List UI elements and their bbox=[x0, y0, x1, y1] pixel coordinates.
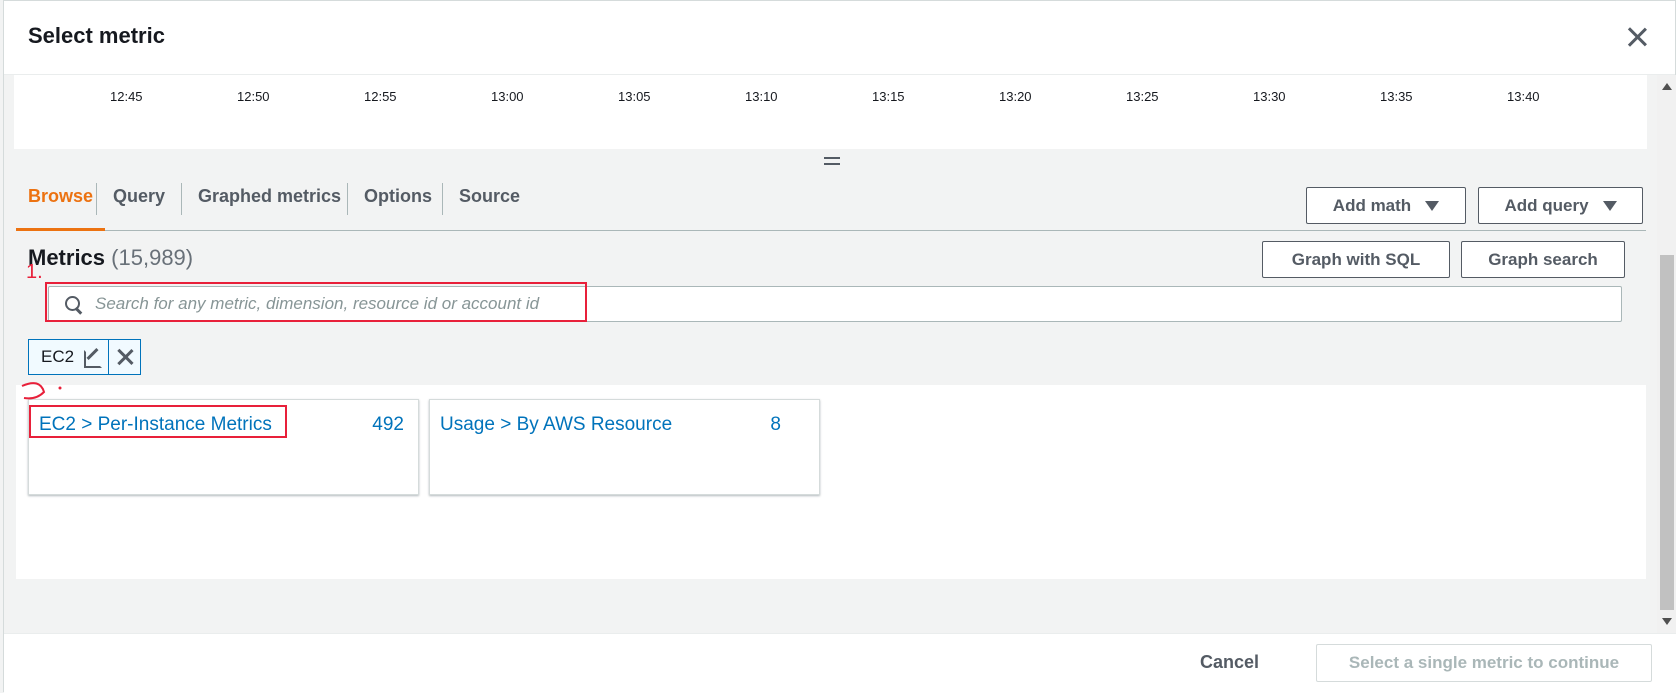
result-count[interactable]: 492 bbox=[372, 414, 404, 436]
add-math-label: Add math bbox=[1332, 195, 1412, 215]
edit-icon[interactable] bbox=[82, 346, 104, 368]
search-icon bbox=[65, 296, 83, 314]
tab-divider bbox=[347, 183, 348, 215]
tab-divider bbox=[181, 183, 182, 215]
select-metric-modal: Select metric 12:45 12:50 12:55 13:00 13:05 1… bbox=[3, 0, 1676, 693]
result-card[interactable]: Usage > By AWS Resource 8 bbox=[429, 399, 820, 495]
x-tick-label: 13:30 bbox=[1253, 89, 1286, 104]
caret-down-icon bbox=[1602, 200, 1617, 211]
filter-token: EC2 bbox=[28, 339, 142, 375]
metric-search bbox=[48, 286, 1622, 322]
add-query-label: Add query bbox=[1504, 195, 1589, 215]
filter-token-label: EC2 bbox=[41, 347, 75, 366]
add-math-button[interactable]: Add math bbox=[1306, 187, 1466, 224]
x-tick-label: 12:55 bbox=[364, 89, 397, 104]
modal-footer: Cancel Select a single metric to continu… bbox=[4, 633, 1676, 693]
close-icon[interactable] bbox=[1623, 23, 1651, 51]
graph-with-sql-button[interactable]: Graph with SQL bbox=[1262, 241, 1450, 278]
x-tick-label: 13:10 bbox=[745, 89, 778, 104]
scroll-down-arrow-icon[interactable] bbox=[1662, 618, 1672, 625]
x-tick-label: 13:35 bbox=[1380, 89, 1413, 104]
tab-browse[interactable]: Browse bbox=[16, 175, 106, 231]
x-tick-label: 13:15 bbox=[872, 89, 905, 104]
metrics-heading: Metrics (15,989) bbox=[28, 245, 193, 271]
x-tick-label: 13:20 bbox=[999, 89, 1032, 104]
caret-down-icon bbox=[1425, 200, 1440, 211]
add-query-button[interactable]: Add query bbox=[1478, 187, 1643, 224]
graph-search-button[interactable]: Graph search bbox=[1461, 241, 1625, 278]
search-input[interactable] bbox=[95, 289, 1595, 319]
x-tick-label: 12:50 bbox=[237, 89, 270, 104]
metrics-count: (15,989) bbox=[111, 245, 194, 270]
modal-title: Select metric bbox=[28, 23, 165, 48]
metrics-title: Metrics bbox=[28, 245, 106, 270]
scroll-thumb[interactable] bbox=[1660, 255, 1674, 610]
result-count[interactable]: 8 bbox=[770, 414, 781, 436]
resize-handle-icon[interactable] bbox=[824, 157, 840, 165]
x-tick-label: 12:45 bbox=[110, 89, 143, 104]
tab-divider bbox=[442, 183, 443, 215]
tab-source[interactable]: Source bbox=[447, 175, 532, 231]
result-card[interactable]: EC2 > Per-Instance Metrics 492 bbox=[28, 399, 419, 495]
remove-icon[interactable] bbox=[108, 340, 140, 374]
modal-header: Select metric bbox=[4, 1, 1675, 75]
scroll-up-arrow-icon[interactable] bbox=[1662, 83, 1672, 90]
x-tick-label: 13:05 bbox=[618, 89, 651, 104]
tab-graphed-metrics[interactable]: Graphed metrics bbox=[186, 175, 353, 231]
x-tick-label: 13:00 bbox=[491, 89, 524, 104]
chart-area: 12:45 12:50 12:55 13:00 13:05 13:10 13:15 13:20… bbox=[14, 75, 1647, 149]
result-link[interactable]: EC2 > Per-Instance Metrics bbox=[39, 414, 272, 436]
x-tick-label: 13:40 bbox=[1507, 89, 1540, 104]
result-link[interactable]: Usage > By AWS Resource bbox=[440, 414, 672, 436]
select-metric-button[interactable]: Select a single metric to continue bbox=[1316, 644, 1652, 682]
cancel-button[interactable]: Cancel bbox=[1200, 652, 1259, 673]
x-tick-label: 13:25 bbox=[1126, 89, 1159, 104]
tab-query[interactable]: Query bbox=[101, 175, 177, 231]
results-area: EC2 > Per-Instance Metrics 492 Usage > B… bbox=[16, 385, 1646, 579]
tab-options[interactable]: Options bbox=[352, 175, 444, 231]
scrollbar[interactable] bbox=[1657, 75, 1676, 633]
tab-divider bbox=[96, 183, 97, 215]
